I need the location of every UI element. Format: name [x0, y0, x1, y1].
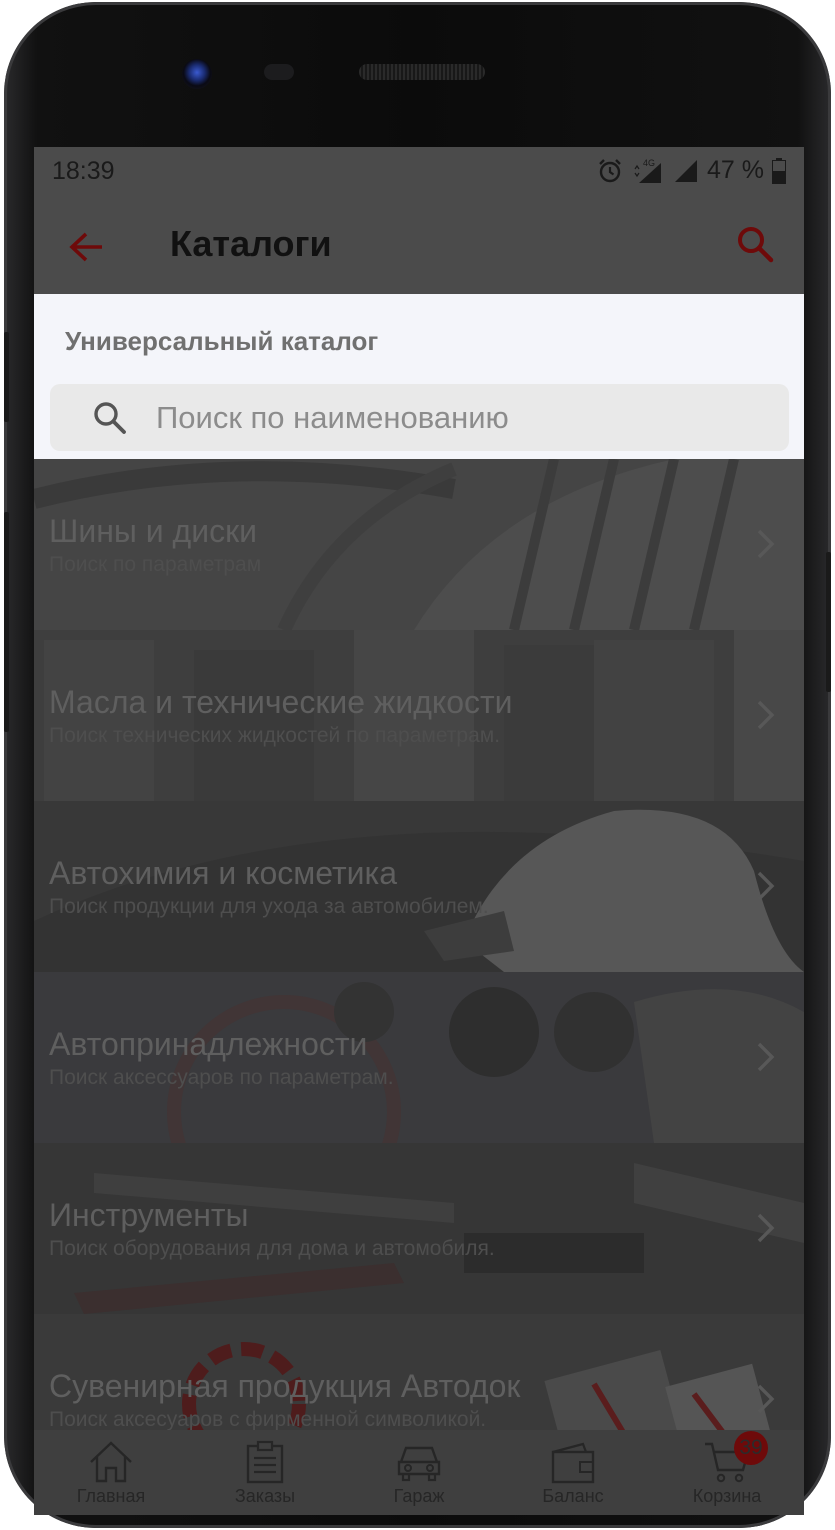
back-button[interactable]	[64, 225, 108, 269]
search-icon	[94, 402, 126, 434]
search-input[interactable]	[154, 384, 754, 451]
category-autochemistry[interactable]: Автохимия и косметика Поиск продукции дл…	[34, 801, 804, 972]
car-icon	[397, 1446, 441, 1482]
category-title: Сувенирная продукция Автодок	[49, 1368, 521, 1404]
tab-label: Корзина	[692, 1486, 762, 1506]
category-title: Инструменты	[49, 1197, 249, 1233]
category-title: Масла и технические жидкости	[49, 684, 513, 720]
category-subtitle: Поиск аксесуаров с фирменной символикой.	[49, 1408, 487, 1431]
network-label: 4G	[643, 158, 655, 168]
category-subtitle: Поиск по параметрам	[49, 553, 262, 576]
signal-icon	[675, 159, 698, 182]
chevron-right-icon	[757, 1384, 775, 1414]
status-bar: 18:39 4G 47 %	[34, 147, 804, 195]
chevron-right-icon	[757, 700, 775, 730]
page-title: Каталоги	[170, 223, 332, 264]
alarm-icon	[599, 158, 621, 182]
category-oils[interactable]: Масла и технические жидкости Поиск техни…	[34, 630, 804, 801]
tab-balance[interactable]: Баланс	[498, 1430, 648, 1515]
status-icons: 4G 47 %	[597, 156, 786, 185]
clipboard-icon	[246, 1440, 284, 1484]
category-subtitle: Поиск продукции для ухода за автомобилем…	[49, 895, 489, 918]
chevron-right-icon	[757, 529, 775, 559]
front-camera	[182, 59, 212, 89]
app-screen: 18:39 4G 47 % Каталоги Универсальный кат…	[34, 147, 804, 1515]
universal-catalog-panel: Универсальный каталог	[34, 294, 804, 459]
tab-orders[interactable]: Заказы	[190, 1430, 340, 1515]
chevron-right-icon	[757, 1213, 775, 1243]
chevron-right-icon	[757, 1042, 775, 1072]
battery-percent: 47 %	[707, 156, 764, 184]
category-subtitle: Поиск оборудования для дома и автомобиля…	[49, 1237, 495, 1260]
wallet-icon	[551, 1442, 595, 1484]
tab-label: Гараж	[393, 1486, 445, 1506]
chevron-right-icon	[757, 871, 775, 901]
battery-icon	[772, 157, 786, 184]
category-tires[interactable]: Шины и диски Поиск по параметрам	[34, 459, 804, 630]
earpiece-speaker	[359, 64, 485, 80]
cart-badge: 39	[734, 1431, 768, 1465]
app-bar: Каталоги	[34, 195, 804, 294]
status-time: 18:39	[52, 157, 115, 185]
category-tools[interactable]: Инструменты Поиск оборудования для дома …	[34, 1143, 804, 1314]
bottom-tab-bar: Главная Заказы Гараж Баланс Корзина 39	[34, 1430, 804, 1515]
category-title: Автопринадлежности	[49, 1026, 368, 1062]
tab-cart[interactable]: Корзина 39	[652, 1430, 802, 1515]
home-icon	[90, 1441, 132, 1483]
search-button[interactable]	[734, 223, 778, 267]
tab-label: Баланс	[542, 1486, 604, 1506]
volume-rocker	[4, 512, 9, 732]
category-title: Автохимия и косметика	[49, 855, 398, 891]
power-button	[826, 552, 831, 692]
tab-label: Заказы	[234, 1486, 296, 1506]
category-subtitle: Поиск технических жидкостей по параметра…	[49, 724, 501, 747]
category-list: Шины и диски Поиск по параметрам Масла и…	[34, 459, 804, 1485]
volume-button	[4, 332, 9, 422]
network-4g-icon: 4G	[634, 158, 662, 183]
category-accessories[interactable]: Автопринадлежности Поиск аксессуаров по …	[34, 972, 804, 1143]
category-subtitle: Поиск аксессуаров по параметрам.	[49, 1066, 394, 1089]
tab-home[interactable]: Главная	[36, 1430, 186, 1515]
tab-garage[interactable]: Гараж	[344, 1430, 494, 1515]
tab-label: Главная	[76, 1486, 146, 1506]
proximity-sensor	[264, 64, 294, 80]
arrow-left-icon	[69, 232, 102, 262]
category-title: Шины и диски	[49, 513, 257, 549]
universal-catalog-title: Универсальный каталог	[65, 326, 379, 356]
search-box[interactable]	[50, 384, 789, 451]
